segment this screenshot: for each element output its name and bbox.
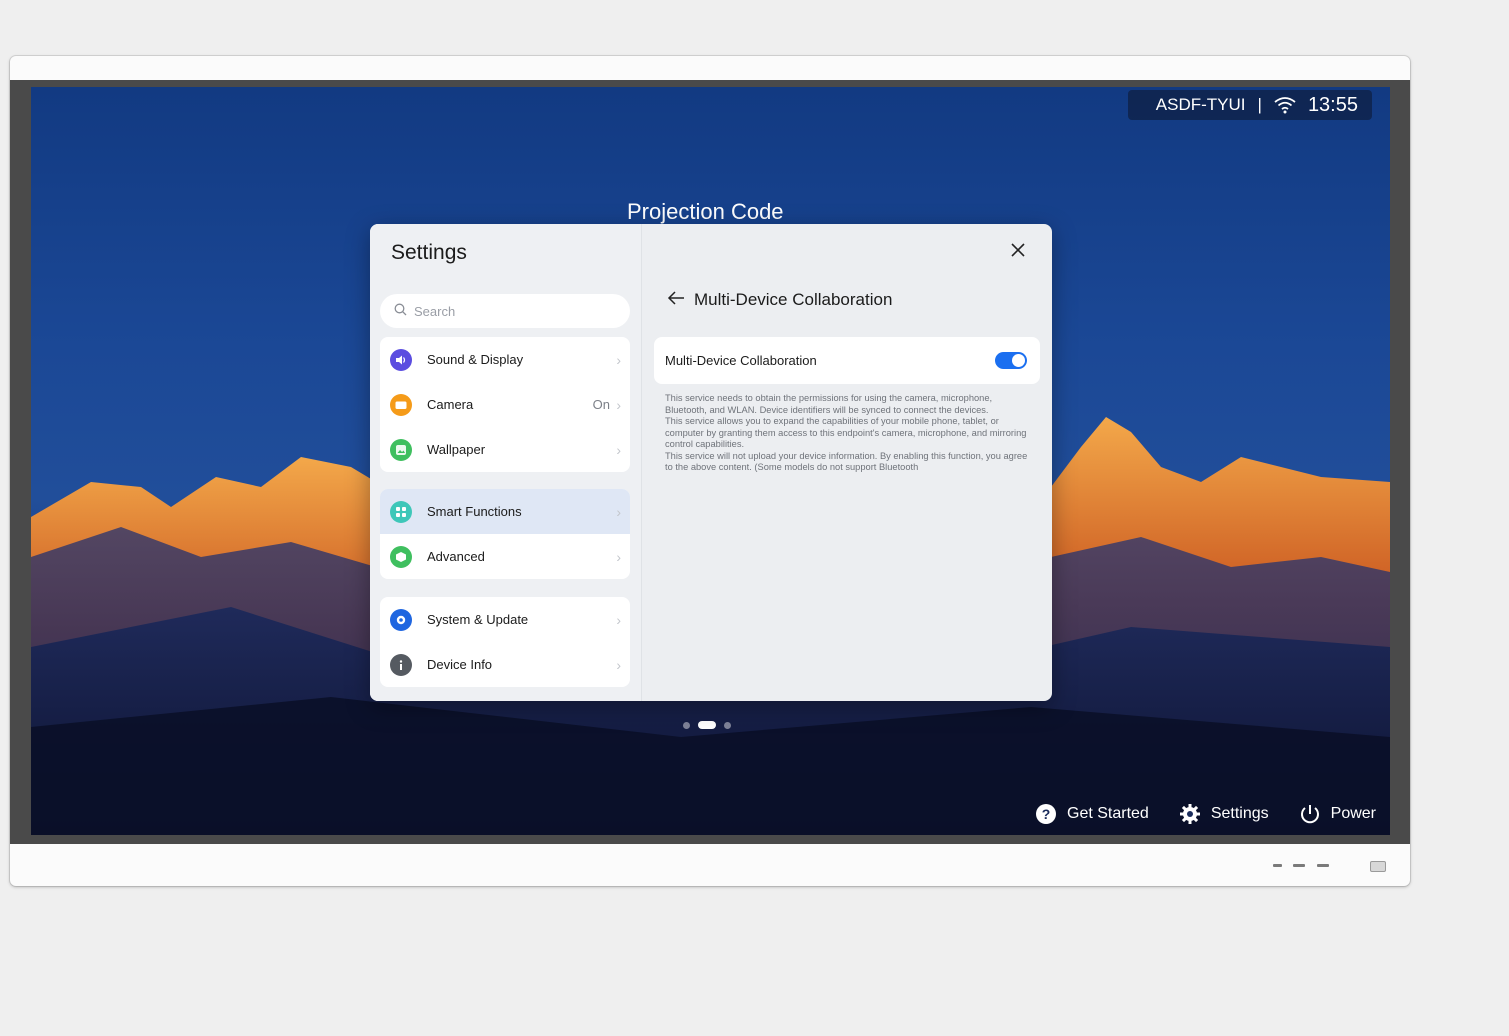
- settings-dialog: Settings Search Sound & Display › Camera…: [370, 224, 1052, 701]
- indicator-light: [1293, 864, 1305, 867]
- collaboration-toggle-row[interactable]: Multi-Device Collaboration: [654, 337, 1040, 384]
- chevron-right-icon: ›: [616, 503, 621, 520]
- search-placeholder: Search: [414, 303, 456, 319]
- collaboration-description: This service needs to obtain the permiss…: [665, 393, 1035, 474]
- close-icon: [1011, 243, 1025, 257]
- settings-group-1: Sound & Display › Camera On › Wallpaper …: [380, 337, 630, 472]
- camera-status-value: On: [592, 397, 610, 412]
- settings-detail-pane: Multi-Device Collaboration Multi-Device …: [642, 224, 1052, 701]
- image-icon: [390, 438, 412, 461]
- sidebar-item-advanced[interactable]: Advanced ›: [380, 534, 630, 579]
- chevron-right-icon: ›: [616, 548, 621, 565]
- sidebar-item-label: Advanced: [427, 549, 485, 564]
- page-dot-active[interactable]: [698, 721, 716, 729]
- settings-group-3: System & Update › Device Info ›: [380, 597, 630, 687]
- settings-button[interactable]: Settings: [1179, 803, 1269, 825]
- sidebar-item-device-info[interactable]: Device Info ›: [380, 642, 630, 687]
- sidebar-item-smart-functions[interactable]: Smart Functions ›: [380, 489, 630, 534]
- grid-icon: [390, 500, 412, 523]
- sidebar-item-label: Wallpaper: [427, 442, 486, 457]
- detail-title: Multi-Device Collaboration: [694, 290, 893, 309]
- projection-code-title: Projection Code: [627, 199, 784, 224]
- page-dot[interactable]: [683, 721, 690, 729]
- settings-title: Settings: [391, 241, 467, 264]
- status-separator: |: [1257, 95, 1262, 114]
- description-paragraph: This service allows you to expand the ca…: [665, 416, 1027, 449]
- power-label: Power: [1330, 805, 1376, 822]
- bottom-actions: ? Get Started Settings Power: [1035, 803, 1376, 825]
- chevron-right-icon: ›: [616, 351, 621, 368]
- search-icon: [394, 303, 414, 319]
- sidebar-item-label: Device Info: [427, 657, 493, 672]
- sidebar-item-wallpaper[interactable]: Wallpaper ›: [380, 427, 630, 472]
- sidebar-item-label: System & Update: [427, 612, 529, 627]
- sidebar-item-system-update[interactable]: System & Update ›: [380, 597, 630, 642]
- settings-sidebar: Settings Search Sound & Display › Camera…: [370, 224, 642, 701]
- speaker-icon: [390, 348, 412, 371]
- system-gear-icon: [390, 608, 412, 631]
- detail-header: Multi-Device Collaboration: [667, 290, 892, 310]
- sidebar-item-sound-display[interactable]: Sound & Display ›: [380, 337, 630, 382]
- multi-device-toggle[interactable]: [995, 352, 1027, 369]
- settings-group-2: Smart Functions › Advanced ›: [380, 489, 630, 579]
- sidebar-item-label: Camera: [427, 397, 474, 412]
- sidebar-item-camera[interactable]: Camera On ›: [380, 382, 630, 427]
- sidebar-item-label: Sound & Display: [427, 352, 524, 367]
- status-bar: ASDF-TYUI | 13:55: [1128, 90, 1372, 120]
- page-dot[interactable]: [724, 721, 731, 729]
- settings-label: Settings: [1210, 805, 1269, 822]
- get-started-label: Get Started: [1067, 805, 1149, 822]
- svg-text:?: ?: [1042, 806, 1051, 822]
- chevron-right-icon: ›: [616, 441, 621, 458]
- sidebar-item-label: Smart Functions: [427, 504, 522, 519]
- device-name: ASDF-TYUI: [1155, 95, 1246, 114]
- chevron-right-icon: ›: [616, 396, 621, 413]
- nfc-icon: [1370, 861, 1386, 872]
- toggle-label: Multi-Device Collaboration: [665, 353, 817, 368]
- search-input[interactable]: Search: [380, 294, 630, 328]
- chevron-right-icon: ›: [616, 656, 621, 673]
- description-paragraph: This service needs to obtain the permiss…: [665, 393, 993, 415]
- description-paragraph: This service will not upload your device…: [665, 450, 1028, 473]
- page-indicator[interactable]: [683, 721, 731, 729]
- wifi-icon: [1274, 96, 1296, 114]
- info-icon: [390, 653, 412, 676]
- back-arrow-icon[interactable]: [667, 290, 685, 310]
- power-button[interactable]: Power: [1299, 803, 1376, 825]
- gear-icon: [1179, 803, 1201, 825]
- get-started-button[interactable]: ? Get Started: [1035, 803, 1149, 825]
- camera-icon: [390, 393, 412, 416]
- indicator-light: [1273, 864, 1282, 867]
- close-button[interactable]: [1008, 240, 1028, 260]
- clock: 13:55: [1307, 93, 1358, 116]
- help-icon: ?: [1035, 803, 1057, 825]
- power-icon: [1299, 803, 1321, 825]
- chevron-right-icon: ›: [616, 611, 621, 628]
- indicator-light: [1317, 864, 1329, 867]
- cube-icon: [390, 545, 412, 568]
